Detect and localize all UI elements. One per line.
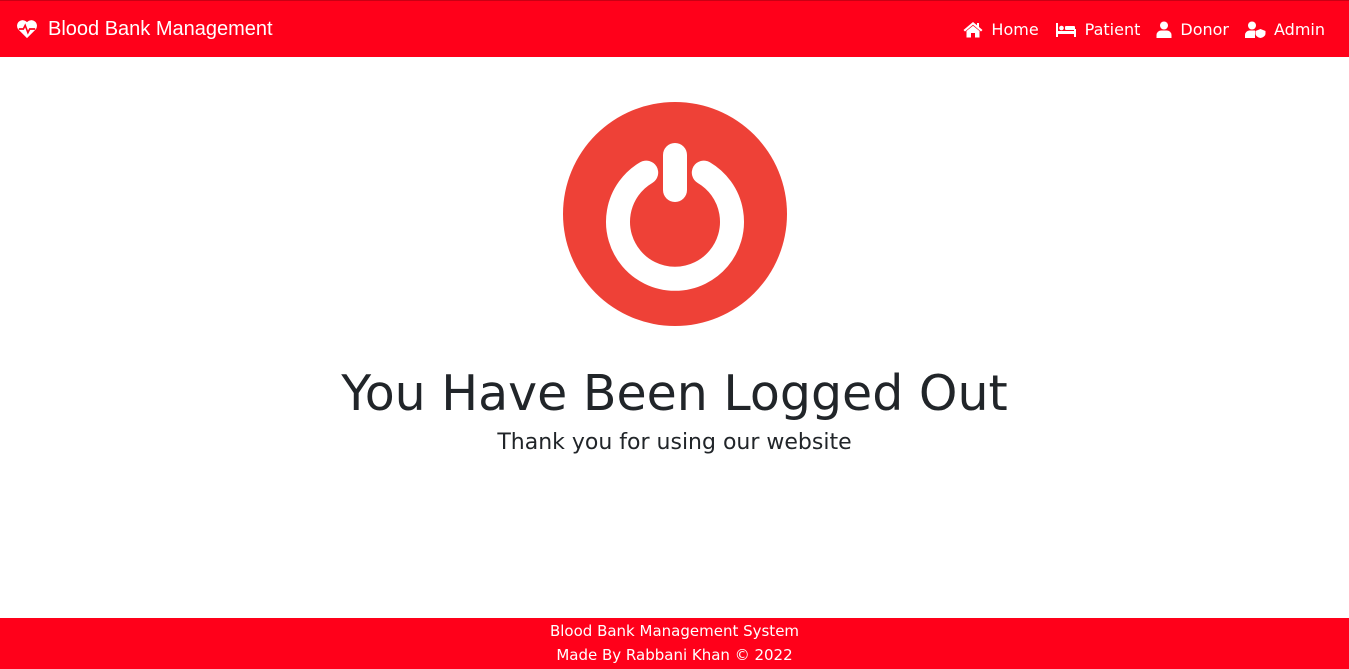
logout-content: You Have Been Logged Out Thank you for u… (0, 57, 1349, 618)
nav-links: Home Patient Donor Admin (963, 20, 1325, 39)
footer-line2: Made By Rabbani Khan © 2022 (556, 646, 793, 664)
user-icon (1156, 21, 1172, 38)
nav-donor[interactable]: Donor (1156, 20, 1229, 39)
power-icon (562, 101, 788, 327)
footer-line1: Blood Bank Management System (549, 622, 800, 640)
page-subtitle: Thank you for using our website (497, 430, 852, 455)
nav-patient[interactable]: Patient (1055, 19, 1141, 39)
nav-home-label: Home (991, 19, 1039, 39)
page-title: You Have Been Logged Out (341, 365, 1008, 422)
footer: Blood Bank Management System Made By Rab… (0, 618, 1349, 669)
heartbeat-icon (16, 19, 38, 39)
nav-patient-label: Patient (1084, 19, 1141, 39)
nav-admin-label: Admin (1274, 19, 1325, 39)
navbar: Blood Bank Management Home Patient Donor… (0, 0, 1349, 57)
home-icon (963, 21, 983, 38)
brand-link[interactable]: Blood Bank Management (16, 18, 273, 41)
user-shield-icon (1245, 21, 1266, 38)
nav-donor-label: Donor (1180, 19, 1229, 39)
brand-title: Blood Bank Management (48, 17, 273, 40)
nav-admin[interactable]: Admin (1245, 20, 1325, 39)
bed-icon (1055, 21, 1077, 38)
nav-home[interactable]: Home (963, 19, 1039, 39)
